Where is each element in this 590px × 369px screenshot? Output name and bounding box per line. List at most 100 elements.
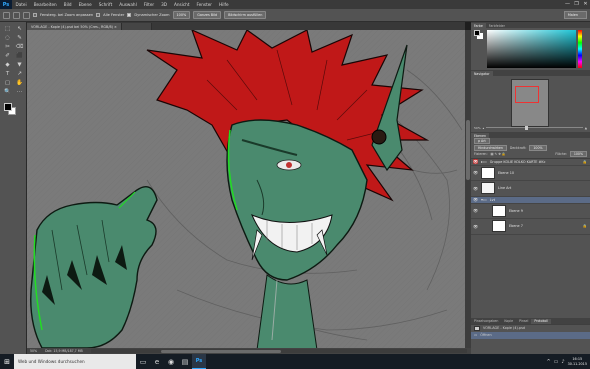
- panel-foreground-swatch[interactable]: [474, 30, 480, 36]
- menu-auswahl[interactable]: Auswahl: [116, 2, 141, 7]
- more-tools-icon[interactable]: ⋯: [15, 88, 24, 96]
- path-select-tool-icon[interactable]: ↗: [15, 70, 24, 78]
- history-label: Öffnen: [480, 333, 492, 337]
- menu-fenster[interactable]: Fenster: [193, 2, 216, 7]
- stamp-tool-icon[interactable]: ⬛: [15, 52, 24, 60]
- menu-ansicht[interactable]: Ansicht: [171, 2, 193, 7]
- tab-ebenen[interactable]: Ebenen: [471, 133, 489, 138]
- vertical-scroll-thumb[interactable]: [466, 120, 470, 180]
- history-step[interactable]: ▭ Öffnen: [471, 331, 590, 339]
- color-field-picker[interactable]: [487, 30, 576, 68]
- blur-tool-icon[interactable]: ▼: [15, 61, 24, 69]
- scrubby-zoom-label: Dynamischer Zoom: [134, 13, 170, 17]
- document-tab-2[interactable]: [121, 23, 152, 30]
- workspace-select[interactable]: Malen: [563, 11, 587, 19]
- foreground-color-swatch[interactable]: [4, 103, 12, 111]
- crop-tool-icon[interactable]: ✂: [3, 43, 12, 51]
- scrubby-zoom-checkbox[interactable]: [127, 13, 132, 17]
- layer-row[interactable]: 👁 Ebene 10: [471, 166, 590, 181]
- options-bar: Fensterg. bei Zoom anpassen Alle Fenster…: [0, 9, 590, 22]
- tray-chevron-icon[interactable]: ^: [546, 359, 550, 365]
- windows-start-icon[interactable]: ⊞: [0, 354, 14, 369]
- lock-icons[interactable]: ▦ ✎ ✥ 🔒: [491, 152, 506, 156]
- zoom-in-icon[interactable]: [13, 11, 20, 19]
- navigator-view-box[interactable]: [515, 86, 539, 103]
- menu-bearbeiten[interactable]: Bearbeiten: [30, 2, 60, 7]
- visibility-icon[interactable]: 👁: [473, 197, 478, 202]
- edge-browser-icon[interactable]: e: [150, 354, 164, 369]
- history-snapshot[interactable]: VORLAGE - Kopie (4).psd: [471, 325, 590, 332]
- layer-row[interactable]: 👁 Line Art: [471, 181, 590, 197]
- brush-tool-icon[interactable]: ✐: [3, 52, 12, 60]
- menu-hilfe[interactable]: Hilfe: [216, 2, 233, 7]
- horizontal-scrollbar[interactable]: [90, 349, 467, 353]
- horizontal-scroll-thumb[interactable]: [160, 349, 281, 353]
- tab-pinsel[interactable]: Pinsel: [516, 319, 531, 324]
- menu-ebene[interactable]: Ebene: [75, 2, 95, 7]
- opacity-input[interactable]: 100%: [529, 144, 547, 151]
- gradient-tool-icon[interactable]: ◆: [3, 61, 12, 69]
- zoom-tool-icon[interactable]: [3, 11, 10, 19]
- menu-filter[interactable]: Filter: [140, 2, 157, 7]
- visibility-icon[interactable]: 👁: [473, 170, 478, 175]
- visibility-icon[interactable]: 👁: [473, 208, 478, 213]
- eraser-tool-icon[interactable]: ⌫: [15, 43, 24, 51]
- zoom-in-small-icon[interactable]: ▲: [585, 126, 587, 130]
- navigator-zoom-slider[interactable]: [486, 125, 583, 130]
- marquee-tool-icon[interactable]: ⬚: [3, 25, 12, 33]
- layer-row[interactable]: 👁 Ebene 9: [471, 204, 590, 219]
- fill-screen-button[interactable]: Bildschirm ausfüllen: [224, 11, 267, 19]
- shape-tool-icon[interactable]: ▢: [3, 79, 12, 87]
- zoom-out-small-icon[interactable]: ▴: [483, 126, 485, 130]
- blend-mode-select[interactable]: Hindurchwirken: [474, 144, 507, 151]
- zoom-level[interactable]: 50%: [30, 349, 37, 353]
- quick-select-tool-icon[interactable]: ✎: [15, 34, 24, 42]
- photoshop-taskbar-icon[interactable]: Ps: [192, 354, 206, 369]
- type-tool-icon[interactable]: T: [3, 70, 12, 78]
- maximize-button[interactable]: ❐: [572, 0, 581, 9]
- visibility-icon[interactable]: 👁: [473, 159, 478, 164]
- zoom-100-button[interactable]: 100%: [172, 11, 191, 19]
- hue-slider[interactable]: [578, 30, 582, 68]
- move-tool-icon[interactable]: ↖: [15, 25, 24, 33]
- close-button[interactable]: ✕: [581, 0, 590, 9]
- file-explorer-icon[interactable]: ▤: [178, 354, 192, 369]
- visibility-icon[interactable]: 👁: [473, 224, 478, 229]
- zoom-all-checkbox[interactable]: [96, 13, 101, 17]
- navigator-zoom-value[interactable]: 50%: [474, 126, 481, 130]
- clock[interactable]: 16:15 30.11.2015: [568, 357, 587, 365]
- document-tab-active[interactable]: VORLAGE - Kopie (4).psd bei 50% (Cres., …: [27, 23, 122, 30]
- volume-icon[interactable]: ♪: [561, 359, 564, 365]
- menu-bild[interactable]: Bild: [60, 2, 75, 7]
- network-icon[interactable]: ▭: [554, 359, 559, 365]
- layer-row[interactable]: 👁 ▸▭ Gruppe KOLIE KOLKO KARTE #Kc 🔒: [471, 159, 590, 166]
- fit-screen-button[interactable]: Ganzes Bild: [193, 11, 222, 19]
- zoom-out-icon[interactable]: [23, 11, 30, 19]
- tab-kopie[interactable]: Kopie: [501, 319, 516, 324]
- document-canvas[interactable]: [27, 30, 465, 348]
- menu-3d[interactable]: 3D: [158, 2, 171, 7]
- hand-tool-icon[interactable]: ✋: [15, 79, 24, 87]
- fill-input[interactable]: 100%: [569, 151, 587, 158]
- visibility-icon[interactable]: 👁: [473, 186, 478, 191]
- resize-windows-checkbox[interactable]: [33, 13, 37, 17]
- color-swatches[interactable]: [3, 102, 23, 116]
- lasso-tool-icon[interactable]: ◌: [3, 34, 12, 42]
- navigator-zoom-knob[interactable]: [524, 125, 528, 130]
- menu-datei[interactable]: Datei: [12, 2, 30, 7]
- menu-schrift[interactable]: Schrift: [95, 2, 116, 7]
- tab-protokoll[interactable]: Protokoll: [531, 318, 552, 324]
- system-tray: ^ ▭ ♪ 16:15 30.11.2015: [546, 357, 590, 365]
- zoom-tool-icon[interactable]: 🔍: [3, 88, 12, 96]
- layer-row[interactable]: 👁 ▾▭ Lvt: [471, 196, 590, 204]
- document-tabs: VORLAGE - Kopie (4).psd bei 50% (Cres., …: [27, 22, 465, 30]
- firefox-icon[interactable]: ◉: [164, 354, 178, 369]
- layer-row[interactable]: 👁 Ebene 7 🔒: [471, 219, 590, 235]
- task-view-icon[interactable]: ▭: [136, 354, 150, 369]
- taskbar-search-input[interactable]: Web und Windows durchsuchen: [14, 354, 136, 369]
- tab-pinselvorgaben[interactable]: Pinselvorgaben: [471, 319, 501, 324]
- minimize-button[interactable]: —: [563, 0, 572, 9]
- layer-name: Lvt: [489, 197, 496, 202]
- layer-filter-kind[interactable]: ρ Art: [474, 138, 490, 145]
- menu-bar: Ps Datei Bearbeiten Bild Ebene Schrift A…: [0, 0, 590, 9]
